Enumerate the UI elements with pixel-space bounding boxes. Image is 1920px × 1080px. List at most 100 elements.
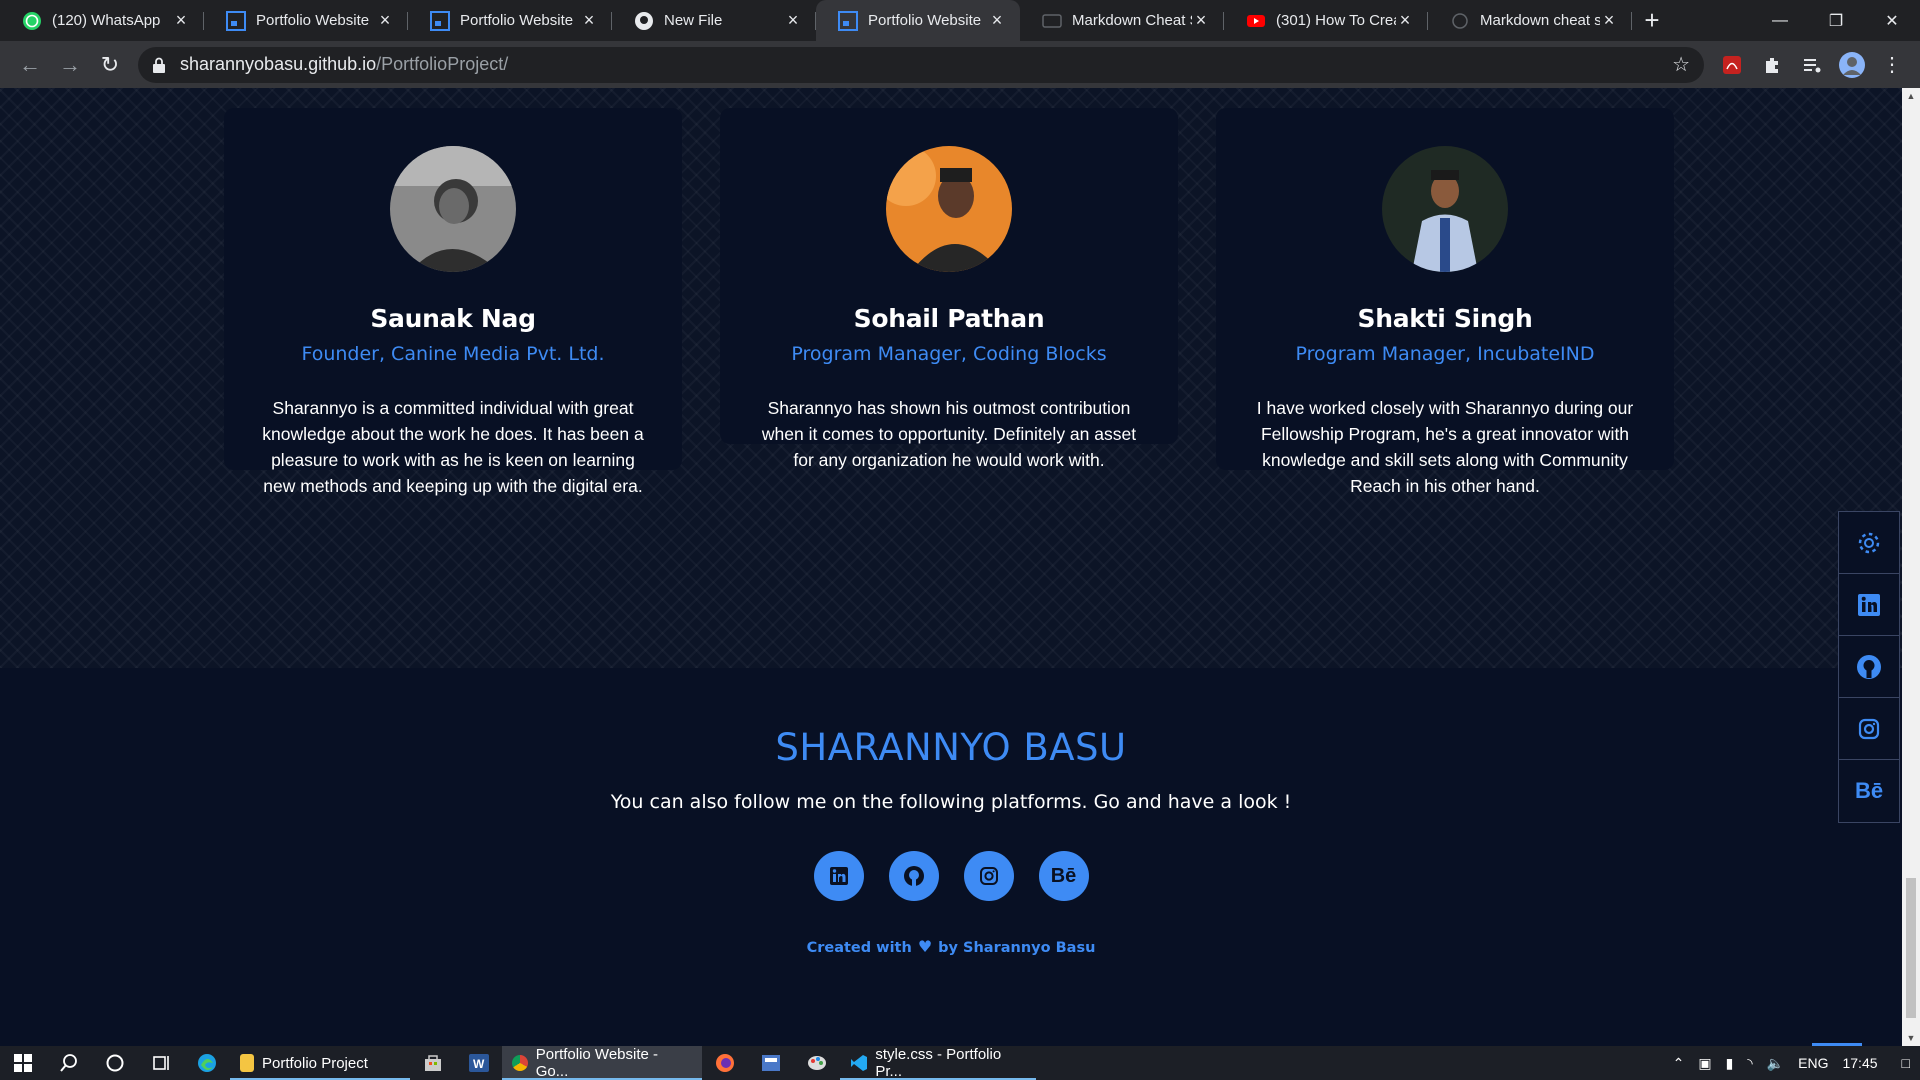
avatar [886, 146, 1012, 272]
task-view-icon[interactable] [138, 1046, 184, 1080]
markdown-icon [1450, 11, 1470, 31]
portfolio-icon [430, 10, 450, 31]
tab-title: (301) How To Crea [1276, 12, 1396, 29]
sidebar-linkedin-button[interactable] [1839, 574, 1899, 636]
close-tab-icon[interactable]: × [580, 10, 598, 30]
testimonial-name: Sohail Pathan [853, 304, 1045, 333]
minimize-icon[interactable]: — [1752, 0, 1808, 41]
github-link[interactable] [888, 851, 939, 901]
tab-portfolio-1[interactable]: Portfolio Website × [204, 0, 408, 41]
system-tray: ⌃ ▣ ▮ ◝ 🔈 ENG 17:45 □ [1673, 1055, 1920, 1072]
close-tab-icon[interactable]: × [1192, 10, 1210, 30]
close-tab-icon[interactable]: × [1396, 10, 1414, 30]
cortana-icon[interactable] [92, 1046, 138, 1080]
tab-whatsapp[interactable]: (120) WhatsApp × [0, 0, 204, 41]
meet-now-icon[interactable]: ▣ [1698, 1055, 1711, 1072]
behance-link[interactable]: Bē [1038, 851, 1089, 901]
sidebar-behance-button[interactable]: Bē [1839, 760, 1899, 822]
linkedin-icon [829, 867, 848, 885]
markdown-icon [1042, 11, 1062, 31]
tab-new-file[interactable]: New File × [612, 0, 816, 41]
pdf-extension-icon[interactable] [1716, 49, 1748, 81]
store-icon[interactable] [410, 1046, 456, 1080]
profile-avatar[interactable] [1836, 49, 1868, 81]
language-indicator[interactable]: ENG [1798, 1055, 1828, 1071]
volume-icon[interactable]: 🔈 [1767, 1055, 1784, 1072]
tab-title: Markdown Cheat S [1072, 12, 1192, 29]
testimonial-card-saunak: Saunak Nag Founder, Canine Media Pvt. Lt… [224, 108, 682, 496]
taskbar-app-chrome[interactable]: Portfolio Website - Go... [502, 1046, 702, 1080]
forward-icon[interactable]: → [50, 45, 90, 85]
back-icon[interactable]: ← [10, 45, 50, 85]
lock-icon [153, 57, 165, 73]
scrollbar-thumb[interactable] [1906, 878, 1916, 1018]
tab-portfolio-2[interactable]: Portfolio Website × [408, 0, 612, 41]
linkedin-link[interactable] [813, 851, 864, 901]
close-tab-icon[interactable]: × [376, 10, 394, 30]
address-bar[interactable]: sharannyobasu.github.io/PortfolioProject… [138, 46, 1704, 83]
media-control-icon[interactable] [1796, 49, 1828, 81]
tab-youtube[interactable]: (301) How To Crea × [1224, 0, 1428, 41]
extensions-icon[interactable] [1756, 49, 1788, 81]
footer: SHARANNYO BASU You can also follow me on… [0, 668, 1902, 1046]
taskbar-app-vscode[interactable]: style.css - Portfolio Pr... [840, 1046, 1036, 1080]
svg-text:W: W [473, 1057, 485, 1071]
taskbar-app-label: Portfolio Website - Go... [535, 1046, 659, 1080]
battery-icon[interactable]: ▮ [1726, 1055, 1734, 1072]
scroll-up-arrow-icon[interactable]: ▲ [1902, 88, 1920, 104]
start-button[interactable] [0, 1046, 46, 1080]
sidebar-instagram-button[interactable] [1839, 698, 1899, 760]
github-icon [1857, 654, 1881, 679]
reload-icon[interactable]: ↻ [90, 45, 130, 85]
notifications-icon[interactable]: □ [1902, 1055, 1910, 1071]
windows-logo-icon [14, 1054, 32, 1072]
testimonial-role: Program Manager, IncubateIND [1295, 343, 1595, 365]
url-domain: sharannyobasu.github.io [180, 54, 377, 74]
floating-social-sidebar: Bē [1838, 511, 1900, 823]
tab-markdown-2[interactable]: Markdown cheat s × [1428, 0, 1632, 41]
portfolio-icon [226, 10, 246, 31]
sidebar-github-button[interactable] [1839, 636, 1899, 698]
gear-icon [1858, 532, 1880, 553]
bookmark-star-icon[interactable]: ☆ [1672, 52, 1690, 77]
tab-title: Portfolio Website [460, 12, 574, 29]
testimonial-card-sohail: Sohail Pathan Program Manager, Coding Bl… [720, 108, 1178, 470]
close-window-icon[interactable]: ✕ [1864, 0, 1920, 41]
testimonial-role: Founder, Canine Media Pvt. Ltd. [301, 343, 605, 365]
close-tab-icon[interactable]: × [1600, 10, 1618, 30]
behance-icon: Bē [1050, 864, 1077, 887]
youtube-icon [1246, 11, 1266, 31]
tab-markdown-1[interactable]: Markdown Cheat S × [1020, 0, 1224, 41]
close-tab-icon[interactable]: × [172, 10, 190, 30]
close-tab-icon[interactable]: × [784, 10, 802, 30]
edge-icon[interactable] [184, 1046, 230, 1080]
credit-before: Created with [806, 940, 912, 956]
wifi-icon[interactable]: ◝ [1747, 1055, 1752, 1072]
instagram-icon [979, 867, 998, 885]
chevron-up-icon[interactable]: ⌃ [1673, 1055, 1685, 1072]
instagram-link[interactable] [963, 851, 1014, 901]
github-icon [903, 866, 924, 886]
new-tab-button[interactable]: + [1632, 0, 1672, 41]
paint-icon[interactable] [794, 1046, 840, 1080]
tab-portfolio-active[interactable]: Portfolio Website × [816, 0, 1020, 41]
firefox-icon[interactable] [702, 1046, 748, 1080]
settings-button[interactable] [1839, 512, 1899, 574]
clock[interactable]: 17:45 [1842, 1055, 1877, 1071]
calculator-app-icon[interactable] [748, 1046, 794, 1080]
tab-title: Portfolio Website [868, 12, 982, 29]
close-tab-icon[interactable]: × [988, 10, 1006, 30]
word-icon[interactable]: W [456, 1046, 502, 1080]
menu-icon[interactable]: ⋮ [1876, 49, 1908, 81]
restore-icon[interactable]: ❐ [1808, 0, 1864, 41]
social-links: Bē [0, 851, 1902, 901]
avatar [390, 146, 516, 272]
scroll-down-arrow-icon[interactable]: ▼ [1902, 1030, 1920, 1046]
testimonial-text: Sharannyo is a committed individual with… [262, 398, 644, 496]
folder-icon [240, 1054, 254, 1072]
taskbar-app-file-explorer[interactable]: Portfolio Project [230, 1046, 410, 1080]
page-scrollbar[interactable]: ▲ ▼ [1902, 88, 1920, 1046]
linkedin-icon [1858, 593, 1880, 616]
instagram-icon [1858, 718, 1880, 739]
search-icon[interactable] [46, 1046, 92, 1080]
